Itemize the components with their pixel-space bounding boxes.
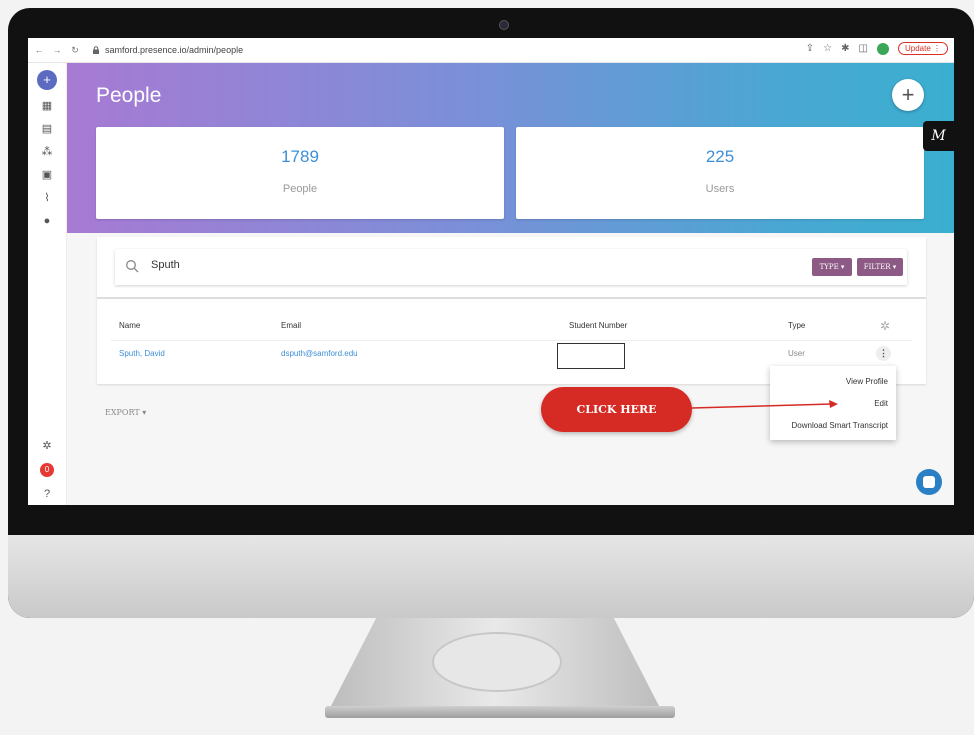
column-settings-icon[interactable]: ✲ xyxy=(880,319,890,333)
stat-value: 225 xyxy=(705,147,735,166)
add-person-button[interactable]: + xyxy=(892,79,924,111)
stat-label: People xyxy=(282,183,318,195)
column-header-student-number[interactable]: Student Number xyxy=(569,321,627,330)
update-label: Update xyxy=(904,44,931,53)
app-sidebar: + ▦ ▤ ⁂ ▣ ⌇ ● ✲ 0 ? xyxy=(28,63,67,505)
share-icon[interactable]: ⇪ xyxy=(806,43,814,54)
group-icon[interactable]: ⁂ xyxy=(40,145,54,159)
person-icon[interactable]: ● xyxy=(40,214,54,228)
column-header-name[interactable]: Name xyxy=(119,321,140,330)
search-input[interactable] xyxy=(149,258,553,272)
person-type: User xyxy=(788,349,805,358)
monitor-stand-hole xyxy=(432,632,562,692)
row-actions-menu: View Profile Edit Download Smart Transcr… xyxy=(770,366,896,440)
profile-avatar[interactable] xyxy=(876,42,889,55)
settings-icon[interactable]: ✲ xyxy=(40,439,54,453)
sidebar-toggle-icon[interactable]: ◫ xyxy=(859,43,868,54)
page-title: People xyxy=(96,84,162,107)
forward-icon[interactable]: → xyxy=(50,45,64,55)
reload-icon[interactable]: ↻ xyxy=(68,45,82,56)
add-icon[interactable]: + xyxy=(37,70,57,90)
back-icon[interactable]: ← xyxy=(32,45,46,55)
type-dropdown[interactable]: TYPE ▾ xyxy=(812,258,852,276)
main-content: People + 1789 People 225 Users M TYPE ▾ … xyxy=(67,63,954,505)
menu-item-edit[interactable]: Edit xyxy=(874,399,888,408)
stat-label: Users xyxy=(705,183,735,195)
click-here-callout: CLICK HERE xyxy=(541,387,692,432)
stat-card-people[interactable]: 1789 People xyxy=(96,127,504,219)
menu-item-download-transcript[interactable]: Download Smart Transcript xyxy=(792,421,888,430)
search-icon xyxy=(126,260,139,273)
extensions-icon[interactable]: ✱ xyxy=(841,43,849,54)
chat-icon xyxy=(923,476,935,488)
update-button[interactable]: Update ⋮ xyxy=(897,42,948,55)
dashboard-icon[interactable]: ▦ xyxy=(40,99,54,113)
screen: ← → ↻ samford.presence.io/admin/people ⇪… xyxy=(28,38,954,505)
more-options-icon[interactable]: ⋮ xyxy=(876,346,891,361)
menu-item-view-profile[interactable]: View Profile xyxy=(846,377,888,386)
monitor-stand-base xyxy=(325,706,675,718)
stat-value: 1789 xyxy=(281,147,319,166)
export-dropdown[interactable]: EXPORT ▾ xyxy=(105,408,146,417)
calendar-icon[interactable]: ▣ xyxy=(40,168,54,182)
column-header-email[interactable]: Email xyxy=(281,321,301,330)
stat-card-users[interactable]: 225 Users xyxy=(516,127,924,219)
monitor-chin xyxy=(8,535,974,618)
star-icon[interactable]: ☆ xyxy=(823,43,832,54)
camera-icon xyxy=(499,20,509,30)
column-header-type[interactable]: Type xyxy=(788,321,805,330)
person-email-link[interactable]: dsputh@samford.edu xyxy=(281,349,358,358)
person-name-link[interactable]: Sputh, David xyxy=(119,349,165,358)
url-text: samford.presence.io/admin/people xyxy=(105,45,244,55)
notification-icon[interactable]: 0 xyxy=(40,463,54,477)
student-number-cell xyxy=(557,343,625,369)
browser-actions: ⇪ ☆ ✱ ◫ Update ⋮ xyxy=(806,42,948,55)
row-divider xyxy=(111,340,912,341)
filter-dropdown[interactable]: FILTER ▾ xyxy=(857,258,903,276)
divider xyxy=(97,297,926,299)
help-icon[interactable]: ? xyxy=(40,487,54,501)
document-icon[interactable]: ▤ xyxy=(40,122,54,136)
chat-button[interactable] xyxy=(916,469,942,495)
people-panel: TYPE ▾ FILTER ▾ Name Email Student Numbe… xyxy=(97,237,926,384)
address-bar[interactable]: samford.presence.io/admin/people xyxy=(92,45,243,55)
ml-extension-badge[interactable]: M xyxy=(923,121,954,151)
browser-toolbar: ← → ↻ samford.presence.io/admin/people ⇪… xyxy=(28,38,954,63)
analytics-icon[interactable]: ⌇ xyxy=(40,191,54,205)
lock-icon xyxy=(93,46,99,54)
search-bar: TYPE ▾ FILTER ▾ xyxy=(115,249,907,285)
